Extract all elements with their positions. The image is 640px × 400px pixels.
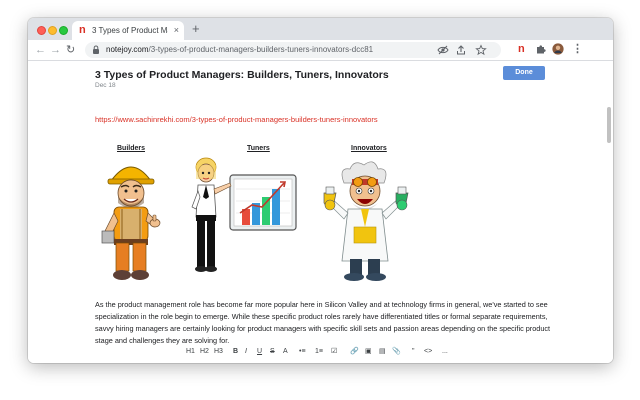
maximize-window-button[interactable] <box>59 26 68 35</box>
address-bar[interactable]: notejoy.com/3-types-of-product-managers-… <box>85 42 501 58</box>
table-button[interactable]: ▤ <box>379 347 386 357</box>
builders-label: Builders <box>117 145 146 152</box>
star-icon[interactable] <box>475 44 487 56</box>
done-button[interactable]: Done <box>503 66 545 80</box>
tuner-cartoon-with-chart <box>191 157 297 272</box>
tab-active[interactable]: n 3 Types of Product Managers: Builders,… <box>72 21 184 40</box>
minimize-window-button[interactable] <box>48 26 57 35</box>
browser-toolbar: ← → ↻ notejoy.com/3-types-of-product-man… <box>28 40 613 61</box>
attachment-button[interactable]: 📎 <box>392 347 401 357</box>
numbered-list-button[interactable]: 1≡ <box>315 347 323 357</box>
innovators-label: Innovators <box>351 145 387 152</box>
highlight-button[interactable]: A <box>283 347 288 357</box>
tuners-label: Tuners <box>247 145 270 152</box>
url-text[interactable]: notejoy.com/3-types-of-product-managers-… <box>106 44 373 56</box>
back-button[interactable]: ← <box>35 43 46 57</box>
browser-window: n 3 Types of Product Managers: Builders,… <box>28 18 613 363</box>
close-tab-icon[interactable]: × <box>174 25 179 36</box>
heading1-button[interactable]: H1 <box>186 347 195 357</box>
bold-button[interactable]: B <box>233 347 238 357</box>
tab-title: 3 Types of Product Managers: Builders, T… <box>92 26 168 35</box>
heading2-button[interactable]: H2 <box>200 347 209 357</box>
bullet-list-button[interactable]: •≡ <box>299 347 306 357</box>
forward-button[interactable]: → <box>50 43 61 57</box>
underline-button[interactable]: U <box>257 347 262 357</box>
body-paragraph[interactable]: As the product management role has becom… <box>95 299 557 347</box>
checklist-button[interactable]: ☑ <box>331 347 337 357</box>
source-link[interactable]: https://www.sachinrekhi.com/3-types-of-p… <box>95 115 378 124</box>
image-button[interactable]: ▣ <box>365 347 372 357</box>
menu-icon[interactable]: ⋮ <box>572 43 584 55</box>
builder-cartoon <box>101 166 161 280</box>
avatar[interactable] <box>552 43 564 55</box>
link-button[interactable]: 🔗 <box>350 347 359 357</box>
notejoy-extension-icon[interactable]: n <box>518 43 530 55</box>
puzzle-icon[interactable] <box>535 43 547 55</box>
quote-button[interactable]: " <box>412 347 415 357</box>
heading3-button[interactable]: H3 <box>214 347 223 357</box>
note-date: Dec 18 <box>95 82 116 89</box>
scientist-cartoon <box>323 161 409 281</box>
lock-icon <box>93 45 99 54</box>
share-icon[interactable] <box>455 44 467 56</box>
italic-button[interactable]: I <box>245 347 247 357</box>
code-button[interactable]: <> <box>424 347 432 357</box>
more-button[interactable]: ... <box>442 347 448 357</box>
notejoy-favicon-icon: n <box>79 24 86 36</box>
note-content: 3 Types of Product Managers: Builders, T… <box>28 61 613 363</box>
strikethrough-button[interactable]: S <box>270 347 275 357</box>
new-tab-button[interactable]: + <box>192 22 200 36</box>
reload-button[interactable]: ↻ <box>66 43 75 57</box>
tab-bar: n 3 Types of Product Managers: Builders,… <box>28 18 613 40</box>
format-toolbar: H1 H2 H3 B I U S A •≡ 1≡ ☑ 🔗 ▣ ▤ 📎 " <> … <box>28 345 613 361</box>
eye-slash-icon[interactable] <box>437 44 449 56</box>
vertical-scrollbar[interactable] <box>607 107 611 143</box>
close-window-button[interactable] <box>37 26 46 35</box>
note-title[interactable]: 3 Types of Product Managers: Builders, T… <box>95 69 389 81</box>
